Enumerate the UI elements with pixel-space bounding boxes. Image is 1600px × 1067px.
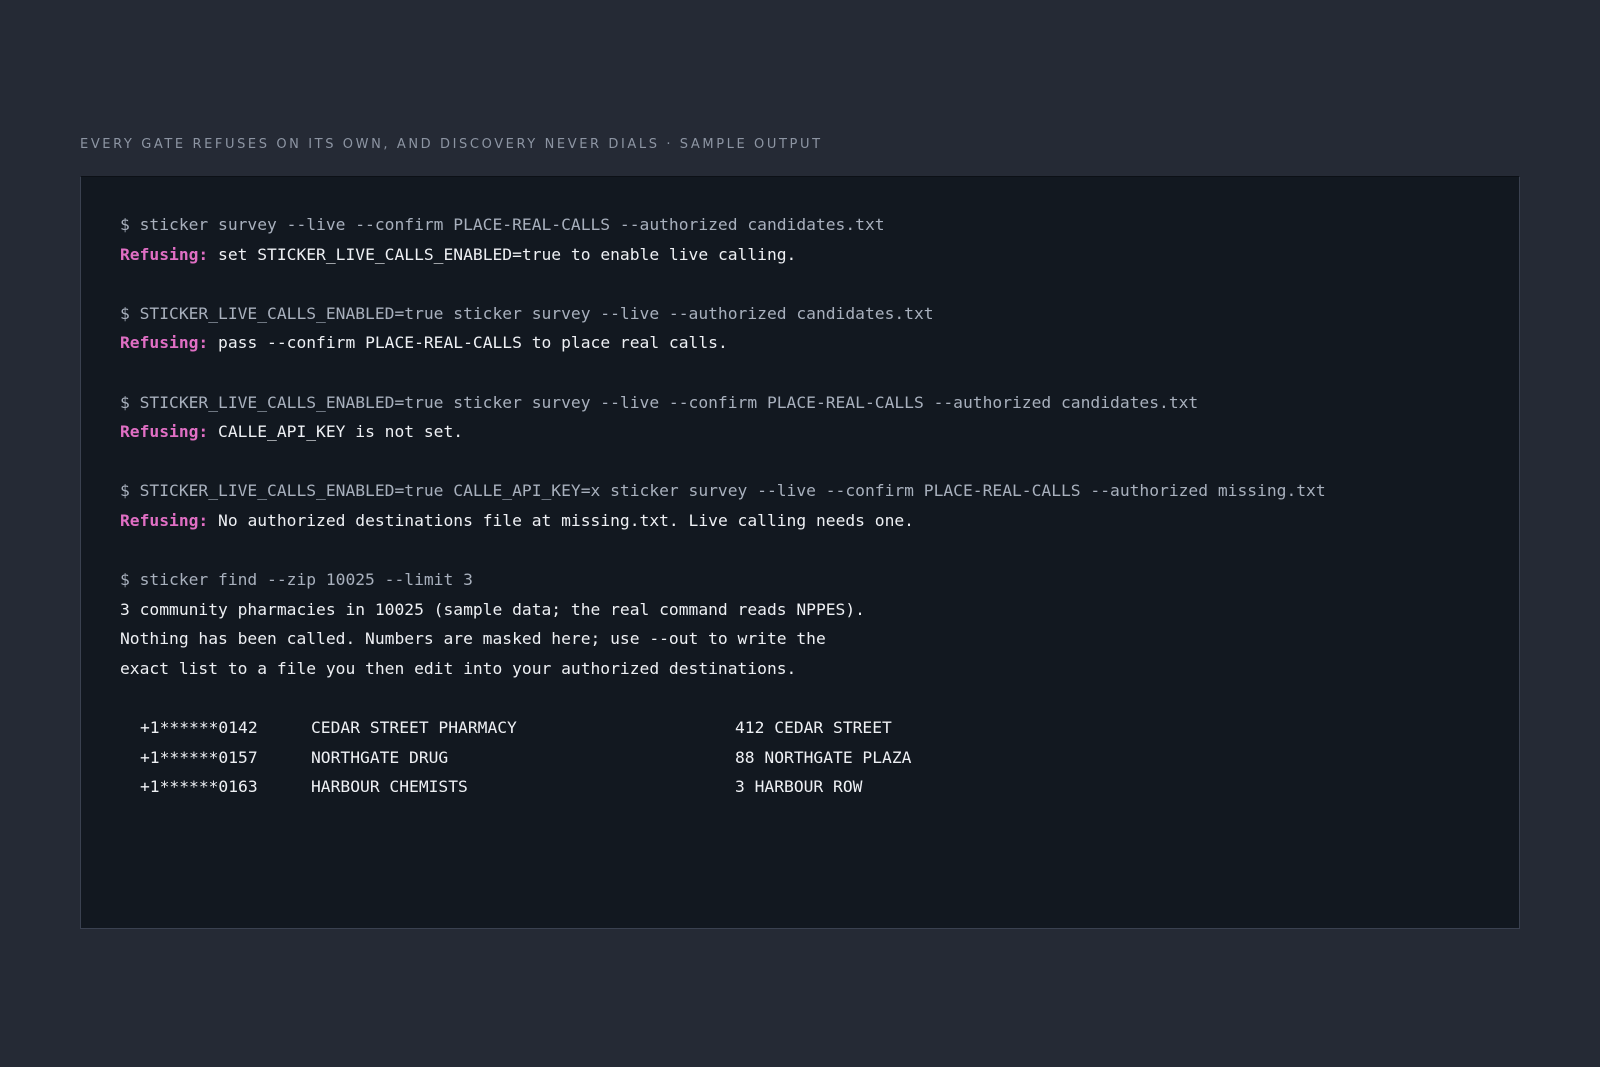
masked-phone: +1******0142: [140, 718, 258, 738]
refusing-label: Refusing:: [120, 422, 209, 442]
command-line: $ STICKER_LIVE_CALLS_ENABLED=true CALLE_…: [120, 481, 1326, 501]
result-row: +1******0163 HARBOUR CHEMISTS 3 HARBOUR …: [140, 772, 1519, 802]
pharmacy-name: NORTHGATE DRUG: [311, 747, 449, 767]
command-line: $ STICKER_LIVE_CALLS_ENABLED=true sticke…: [120, 392, 1199, 412]
output-line: Nothing has been called. Numbers are mas…: [120, 629, 826, 649]
refusal-line: Refusing: No authorized destinations fil…: [120, 506, 1519, 536]
command-line: $ sticker find --zip 10025 --limit 3: [120, 570, 473, 590]
refusal-line: Refusing: CALLE_API_KEY is not set.: [120, 417, 1519, 447]
masked-phone: +1******0163: [140, 777, 258, 797]
command-line: $ STICKER_LIVE_CALLS_ENABLED=true sticke…: [120, 303, 934, 323]
section-caption: EVERY GATE REFUSES ON ITS OWN, AND DISCO…: [80, 137, 823, 152]
output-line: exact list to a file you then edit into …: [120, 658, 797, 678]
pharmacy-address: 412 CEDAR STREET: [735, 718, 892, 738]
refusal-message: set STICKER_LIVE_CALLS_ENABLED=true to e…: [208, 244, 797, 264]
pharmacy-name: HARBOUR CHEMISTS: [311, 777, 468, 797]
result-row: +1******0157 NORTHGATE DRUG 88 NORTHGATE…: [140, 743, 1519, 773]
refusal-message: CALLE_API_KEY is not set.: [208, 422, 464, 442]
output-line: 3 community pharmacies in 10025 (sample …: [120, 599, 865, 619]
pharmacy-name: CEDAR STREET PHARMACY: [311, 718, 517, 738]
terminal-window: $ sticker survey --live --confirm PLACE-…: [80, 176, 1520, 929]
refusal-message: No authorized destinations file at missi…: [208, 510, 914, 530]
command-line: $ sticker survey --live --confirm PLACE-…: [120, 215, 885, 234]
masked-phone: +1******0157: [140, 747, 258, 767]
pharmacy-address: 3 HARBOUR ROW: [735, 777, 863, 797]
refusing-label: Refusing:: [120, 333, 209, 353]
result-row: +1******0142 CEDAR STREET PHARMACY 412 C…: [140, 713, 1519, 743]
refusal-message: pass --confirm PLACE-REAL-CALLS to place…: [208, 333, 728, 353]
refusing-label: Refusing:: [120, 244, 209, 264]
results-list: +1******0142 CEDAR STREET PHARMACY 412 C…: [140, 713, 1519, 802]
pharmacy-address: 88 NORTHGATE PLAZA: [735, 747, 912, 767]
refusing-label: Refusing:: [120, 510, 209, 530]
refusal-line: Refusing: set STICKER_LIVE_CALLS_ENABLED…: [120, 240, 1519, 270]
refusal-line: Refusing: pass --confirm PLACE-REAL-CALL…: [120, 328, 1519, 358]
